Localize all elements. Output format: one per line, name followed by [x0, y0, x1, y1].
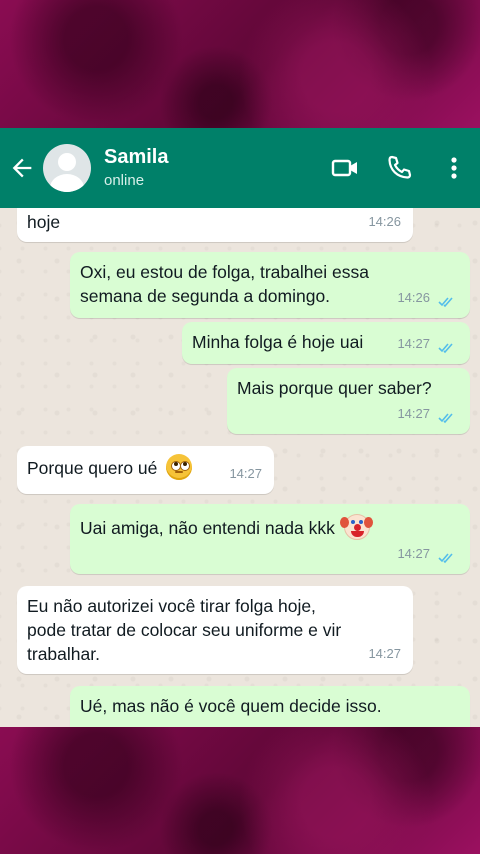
message-text: Uai amiga, não entendi nada kkk — [80, 518, 335, 538]
incoming-message[interactable]: Porque quero ué 14:27 — [17, 446, 274, 494]
avatar[interactable] — [43, 144, 91, 192]
video-call-icon[interactable] — [329, 152, 361, 184]
chat-header: Samila online — [0, 128, 480, 208]
outgoing-message[interactable]: Minha folga é hoje uai 14:27 — [182, 322, 470, 364]
message-time: 14:26 — [368, 214, 401, 229]
message-line: trabalhar. — [27, 644, 100, 664]
back-arrow-icon[interactable] — [8, 154, 36, 182]
message-time: 14:27 — [397, 336, 430, 351]
message-time: 14:26 — [397, 290, 430, 305]
message-text: Mais porque quer saber? — [237, 378, 432, 398]
outgoing-message[interactable]: Mais porque quer saber? 14:27 — [227, 368, 470, 434]
outgoing-message[interactable]: Ué, mas não é você quem decide isso. — [70, 686, 470, 727]
message-line: pode tratar de colocar seu uniforme e vi… — [27, 620, 342, 640]
decorative-background-top — [0, 0, 480, 128]
outgoing-message[interactable]: Oxi, eu estou de folga, trabalhei essa s… — [70, 252, 470, 318]
contact-status: online — [104, 172, 145, 189]
message-line: Oxi, eu estou de folga, trabalhei essa — [80, 262, 369, 282]
clown-face-emoji-icon — [339, 514, 370, 540]
outgoing-message[interactable]: Uai amiga, não entendi nada kkk 14:27 — [70, 504, 470, 574]
message-text: Minha folga é hoje uai — [192, 332, 364, 352]
message-line: Eu não autorizei você tirar folga hoje, — [27, 596, 316, 616]
read-receipt-icon — [438, 297, 453, 308]
incoming-message[interactable]: Eu não autorizei você tirar folga hoje, … — [17, 586, 413, 674]
phone-icon[interactable] — [383, 152, 415, 184]
message-text: hoje — [27, 212, 61, 232]
message-text: Ué, mas não é você quem decide isso. — [80, 696, 382, 716]
message-time: 14:27 — [397, 546, 430, 561]
read-receipt-icon — [438, 553, 453, 564]
contact-name[interactable]: Samila — [104, 146, 168, 169]
chat-screen: Samila online hoje 14:26 Oxi, eu estou d… — [0, 128, 480, 727]
message-time: 14:27 — [368, 646, 401, 661]
message-time: 14:27 — [229, 466, 262, 481]
more-vertical-icon[interactable] — [438, 152, 470, 184]
message-text: Porque quero ué — [27, 458, 158, 478]
read-receipt-icon — [438, 413, 453, 424]
decorative-background-bottom — [0, 727, 480, 854]
message-time: 14:27 — [397, 406, 430, 421]
read-receipt-icon — [438, 343, 453, 354]
rolling-eyes-emoji-icon — [166, 454, 193, 480]
